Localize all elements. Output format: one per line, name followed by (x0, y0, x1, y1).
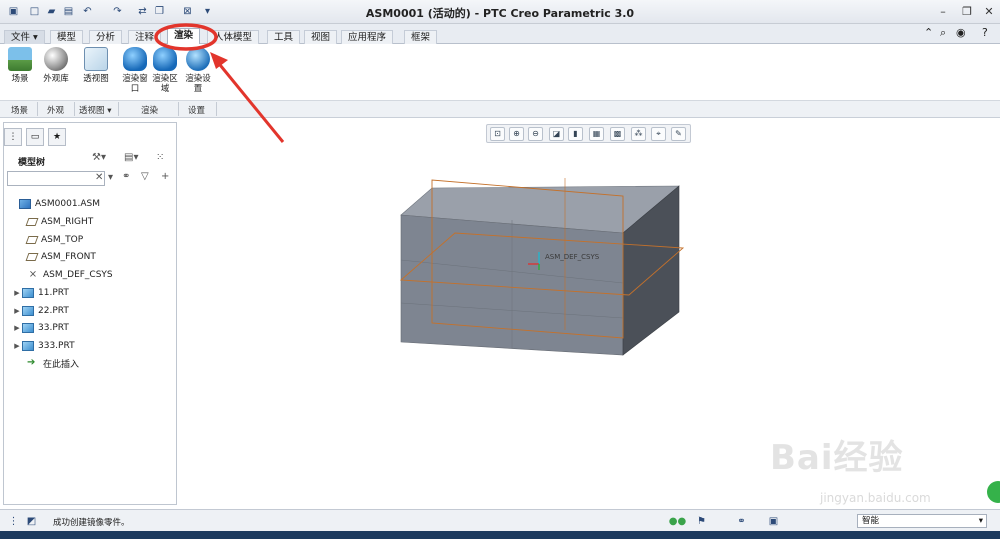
tree-item-asm-front[interactable]: ASM_FRONT (17, 250, 96, 264)
watermark: Bai经验 (770, 438, 904, 478)
datum-display-icon[interactable]: ⁂ (631, 127, 646, 141)
tree-filter-options-icon[interactable]: ⁙ (156, 152, 164, 163)
selection-filter-icon[interactable]: ▣ (766, 514, 781, 529)
assembly-icon (19, 199, 31, 209)
saved-orientations-icon[interactable]: ▦ (589, 127, 604, 141)
clear-search-icon[interactable]: ✕ (95, 172, 103, 183)
zoom-in-icon[interactable]: ⊕ (509, 127, 524, 141)
tree-item-part[interactable]: ▶ 11.PRT (12, 286, 69, 300)
filter-icon[interactable]: ▽ (141, 171, 149, 182)
selection-filter-select[interactable]: 智能 ▾ (857, 514, 987, 528)
tree-item-part[interactable]: ▶ 33.PRT (12, 321, 69, 335)
expand-arrow-icon[interactable]: ▶ (12, 289, 22, 297)
find-icon[interactable]: ⚭ (734, 514, 749, 529)
status-bar: ⋮ ◩ 成功创建镜像零件。 ●● ⚑ ⚭ ▣ 智能 ▾ (0, 509, 1000, 531)
csys-label: ASM_DEF_CSYS (545, 253, 600, 261)
highlight-circle (154, 23, 218, 51)
expand-arrow-icon[interactable]: ▶ (12, 342, 22, 350)
tree-item-part[interactable]: ▶ 333.PRT (12, 339, 75, 353)
graphics-toolbar: ⊡ ⊕ ⊖ ◪ ▮ ▦ ▩ ⁂ ⌖ ✎ (486, 124, 691, 143)
datum-plane-icon (25, 236, 39, 244)
spin-center-icon[interactable]: ⌖ (651, 127, 666, 141)
tree-item-insert-here[interactable]: ➔ 在此插入 (17, 356, 79, 370)
graphics-area[interactable] (360, 150, 720, 370)
add-icon[interactable]: + (161, 171, 169, 182)
expand-arrow-icon[interactable]: ▶ (12, 324, 22, 332)
os-taskbar (0, 531, 1000, 539)
annotation-display-icon[interactable]: ✎ (671, 127, 686, 141)
repaint-icon[interactable]: ◪ (549, 127, 564, 141)
flag-icon: ⚑ (697, 516, 706, 527)
tree-item-part[interactable]: ▶ 22.PRT (12, 304, 69, 318)
status-message: 成功创建镜像零件。 (53, 518, 130, 528)
chevron-down-icon: ▾ (978, 516, 983, 526)
folder-browser-tab-icon[interactable]: ▭ (26, 128, 44, 146)
view-manager-icon[interactable]: ▩ (610, 127, 625, 141)
favorites-tab-icon[interactable]: ★ (48, 128, 66, 146)
highlight-arrow-line (214, 59, 285, 143)
zoom-out-icon[interactable]: ⊖ (528, 127, 543, 141)
part-icon (22, 306, 34, 316)
part-icon (22, 341, 34, 351)
tree-search-input[interactable] (7, 171, 105, 186)
find-binoculars-icon[interactable]: ⚭ (122, 171, 130, 182)
coordinate-system-icon: ⨯ (28, 269, 38, 280)
tree-item-asm-def-csys[interactable]: ⨯ ASM_DEF_CSYS (17, 268, 113, 282)
insert-here-icon: ➔ (27, 357, 36, 368)
datum-plane-icon (25, 253, 39, 261)
part-icon (22, 323, 34, 333)
tree-settings-icon[interactable]: ⚒▾ (92, 152, 106, 163)
browser-icon[interactable]: ◩ (24, 514, 39, 529)
toggle-navigator-icon[interactable]: ⋮ (6, 514, 21, 529)
regen-status-icon: ●● (668, 516, 687, 527)
highlight-arrow-head (210, 52, 228, 69)
model-tree-tab-icon[interactable]: ⋮ (4, 128, 22, 146)
part-icon (22, 288, 34, 298)
tree-columns-icon[interactable]: ▤▾ (124, 152, 138, 163)
search-dropdown-icon[interactable]: ▾ (108, 172, 113, 183)
datum-plane-icon (25, 218, 39, 226)
expand-arrow-icon[interactable]: ▶ (12, 307, 22, 315)
tree-item-asm-top[interactable]: ASM_TOP (17, 233, 83, 247)
display-style-icon[interactable]: ▮ (568, 127, 583, 141)
refit-icon[interactable]: ⊡ (490, 127, 505, 141)
watermark-url: jingyan.baidu.com (820, 491, 931, 505)
tree-item-asm-right[interactable]: ASM_RIGHT (17, 215, 93, 229)
model-tree-title: 模型树 (18, 158, 46, 168)
tree-item-asm[interactable]: ASM0001.ASM (9, 197, 100, 211)
